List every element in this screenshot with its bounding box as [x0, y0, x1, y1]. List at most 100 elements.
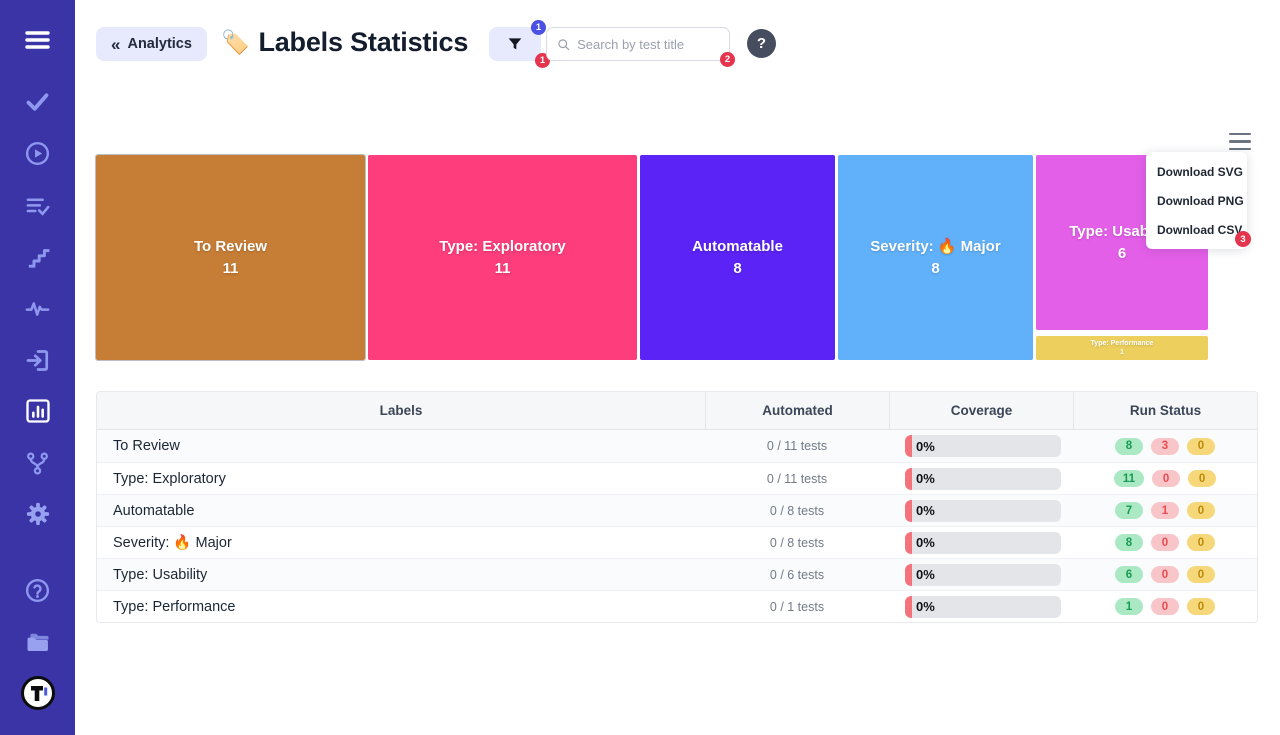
treemap-block-severity-major[interactable]: Severity: 🔥 Major 8: [838, 155, 1033, 360]
failed-count-badge: 3: [1151, 438, 1179, 455]
chart-export-menu-button[interactable]: [1229, 133, 1251, 150]
sidebar-menu-toggle[interactable]: [0, 20, 75, 60]
sidebar-item-runs[interactable]: [0, 133, 75, 173]
git-fork-icon: [24, 450, 51, 477]
coverage-fill: [905, 435, 912, 457]
back-button-label: Analytics: [127, 36, 191, 52]
row-run-status: 11 0 0: [1073, 470, 1257, 487]
download-csv-item[interactable]: Download CSV: [1146, 215, 1247, 244]
column-header-automated: Automated: [705, 392, 889, 429]
treemap-value: 8: [733, 258, 741, 280]
app-root: « Analytics 🏷️ Labels Statistics 1 1 2 ?: [0, 0, 1280, 735]
stairs-icon: [25, 244, 51, 270]
table-row[interactable]: Type: Performance 0 / 1 tests 0% 1 0 0: [97, 590, 1257, 622]
back-to-analytics-button[interactable]: « Analytics: [96, 27, 207, 61]
row-coverage: 0%: [889, 500, 1073, 522]
row-label: Type: Performance: [97, 599, 705, 615]
dropdown-badge: 3: [1235, 231, 1251, 247]
sidebar-item-import[interactable]: [0, 340, 75, 380]
help-button[interactable]: ?: [747, 29, 776, 58]
table-row[interactable]: Type: Usability 0 / 6 tests 0% 6 0 0: [97, 558, 1257, 590]
row-label: Type: Usability: [97, 567, 705, 583]
activity-icon: [24, 295, 51, 322]
row-automated: 0 / 11 tests: [705, 439, 889, 453]
gear-icon: [24, 500, 52, 528]
filter-funnel-icon: [507, 36, 523, 52]
passed-count-badge: 8: [1115, 534, 1143, 551]
treemap-block-automatable[interactable]: Automatable 8: [640, 155, 835, 360]
treemap-value: 8: [931, 258, 939, 280]
sidebar-item-branches[interactable]: [0, 443, 75, 483]
download-svg-item[interactable]: Download SVG: [1146, 157, 1247, 186]
sidebar-item-test-plans[interactable]: [0, 186, 75, 226]
bar-chart-icon: [24, 397, 52, 425]
row-automated: 0 / 8 tests: [705, 536, 889, 550]
treemap-label: Type: Exploratory: [439, 236, 565, 258]
failed-count-badge: 0: [1151, 598, 1179, 615]
skipped-count-badge: 0: [1187, 534, 1215, 551]
passed-count-badge: 7: [1115, 502, 1143, 519]
row-label: Severity: 🔥 Major: [97, 534, 705, 551]
treemap-label: Type: Performance: [1091, 339, 1154, 348]
sidebar-item-projects[interactable]: [0, 622, 75, 662]
treemap-label: Automatable: [692, 236, 783, 258]
treemap-block-to-review[interactable]: To Review 11: [96, 155, 365, 360]
sidebar-item-settings[interactable]: [0, 494, 75, 534]
table-row[interactable]: To Review 0 / 11 tests 0% 8 3 0: [97, 430, 1257, 462]
treemap-value: 6: [1118, 243, 1126, 265]
coverage-bar: 0%: [905, 596, 1061, 618]
sidebar-item-tests[interactable]: [0, 81, 75, 121]
filter-button[interactable]: 1 1: [489, 27, 541, 61]
help-question-icon: ?: [757, 35, 766, 52]
sidebar: [0, 0, 75, 735]
play-circle-icon: [24, 140, 51, 167]
row-run-status: 8 0 0: [1073, 534, 1257, 551]
chart-export-dropdown: Download SVG Download PNG Download CSV: [1146, 152, 1247, 249]
skipped-count-badge: 0: [1188, 470, 1216, 487]
page-title: 🏷️ Labels Statistics: [221, 24, 468, 60]
sidebar-logo[interactable]: [0, 673, 75, 713]
coverage-bar: 0%: [905, 500, 1061, 522]
treemap-value: 11: [223, 258, 239, 280]
failed-count-badge: 0: [1152, 470, 1180, 487]
row-label: Automatable: [97, 503, 705, 519]
sidebar-item-help[interactable]: [0, 570, 75, 610]
search-icon: [557, 37, 570, 52]
treemap-label: To Review: [194, 236, 267, 258]
search-input[interactable]: [577, 37, 719, 52]
row-automated: 0 / 8 tests: [705, 504, 889, 518]
treemap-block-exploratory[interactable]: Type: Exploratory 11: [368, 155, 637, 360]
page-title-text: Labels Statistics: [258, 24, 468, 60]
coverage-fill: [905, 532, 912, 554]
coverage-fill: [905, 468, 912, 490]
table-row[interactable]: Automatable 0 / 8 tests 0% 7 1 0: [97, 494, 1257, 526]
sign-in-icon: [24, 347, 51, 374]
download-png-item[interactable]: Download PNG: [1146, 186, 1247, 215]
row-coverage: 0%: [889, 564, 1073, 586]
skipped-count-badge: 0: [1187, 502, 1215, 519]
row-label: Type: Exploratory: [97, 471, 705, 487]
question-circle-icon: [24, 577, 51, 604]
table-row[interactable]: Type: Exploratory 0 / 11 tests 0% 11 0 0: [97, 462, 1257, 494]
skipped-count-badge: 0: [1187, 566, 1215, 583]
coverage-bar: 0%: [905, 435, 1061, 457]
row-coverage: 0%: [889, 468, 1073, 490]
row-label: To Review: [97, 438, 705, 454]
list-check-icon: [24, 193, 51, 220]
table-row[interactable]: Severity: 🔥 Major 0 / 8 tests 0% 8 0 0: [97, 526, 1257, 558]
sidebar-item-analytics[interactable]: [0, 391, 75, 431]
sidebar-item-steps[interactable]: [0, 237, 75, 277]
sidebar-item-pulse[interactable]: [0, 288, 75, 328]
row-coverage: 0%: [889, 532, 1073, 554]
treemap-block-performance[interactable]: Type: Performance 1: [1036, 336, 1208, 360]
labels-treemap: To Review 11 Type: Exploratory 11 Automa…: [96, 155, 1208, 360]
failed-count-badge: 0: [1151, 566, 1179, 583]
row-coverage: 0%: [889, 596, 1073, 618]
passed-count-badge: 6: [1115, 566, 1143, 583]
skipped-count-badge: 0: [1187, 438, 1215, 455]
table-header-row: Labels Automated Coverage Run Status: [97, 392, 1257, 430]
labels-stats-table: Labels Automated Coverage Run Status To …: [96, 391, 1258, 623]
passed-count-badge: 1: [1115, 598, 1143, 615]
coverage-bar: 0%: [905, 532, 1061, 554]
row-automated: 0 / 6 tests: [705, 568, 889, 582]
